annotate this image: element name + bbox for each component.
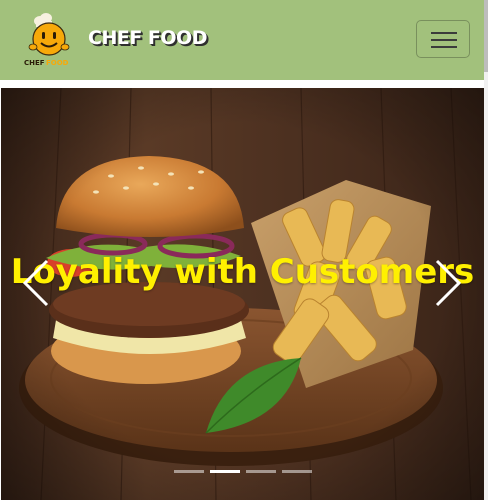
hamburger-menu-icon bbox=[431, 32, 457, 34]
carousel-indicator[interactable] bbox=[282, 470, 312, 473]
brand-logo[interactable]: CHEF FOOD bbox=[22, 12, 76, 68]
carousel-prev-button[interactable] bbox=[15, 253, 55, 313]
carousel-indicator[interactable] bbox=[246, 470, 276, 473]
brand-name[interactable]: CHEF FOOD bbox=[88, 27, 207, 49]
carousel-indicator[interactable] bbox=[174, 470, 204, 473]
navbar-toggler-button[interactable] bbox=[416, 20, 470, 58]
scrollbar-track[interactable] bbox=[484, 0, 488, 500]
scrollbar-thumb[interactable] bbox=[484, 0, 488, 72]
chevron-right-icon bbox=[435, 259, 462, 307]
chef-face-icon: CHEF FOOD bbox=[24, 13, 70, 67]
carousel-caption: Loyality with Customers bbox=[10, 252, 475, 292]
carousel-next-button[interactable] bbox=[429, 253, 469, 313]
hamburger-menu-icon-bar bbox=[431, 39, 457, 41]
svg-text:CHEF: CHEF bbox=[24, 59, 45, 67]
hamburger-menu-icon-bar bbox=[431, 46, 457, 48]
chevron-left-icon bbox=[22, 259, 49, 307]
hero-carousel: Loyality with Customers bbox=[1, 88, 484, 500]
carousel-indicator-active[interactable] bbox=[210, 470, 240, 473]
page: CHEF FOOD CHEF FOOD Loyality with Custom… bbox=[0, 0, 488, 500]
burger-and-fries-photo bbox=[1, 88, 484, 500]
carousel-indicators bbox=[174, 470, 314, 474]
svg-text:FOOD: FOOD bbox=[46, 59, 69, 67]
navbar: CHEF FOOD CHEF FOOD bbox=[0, 0, 484, 80]
